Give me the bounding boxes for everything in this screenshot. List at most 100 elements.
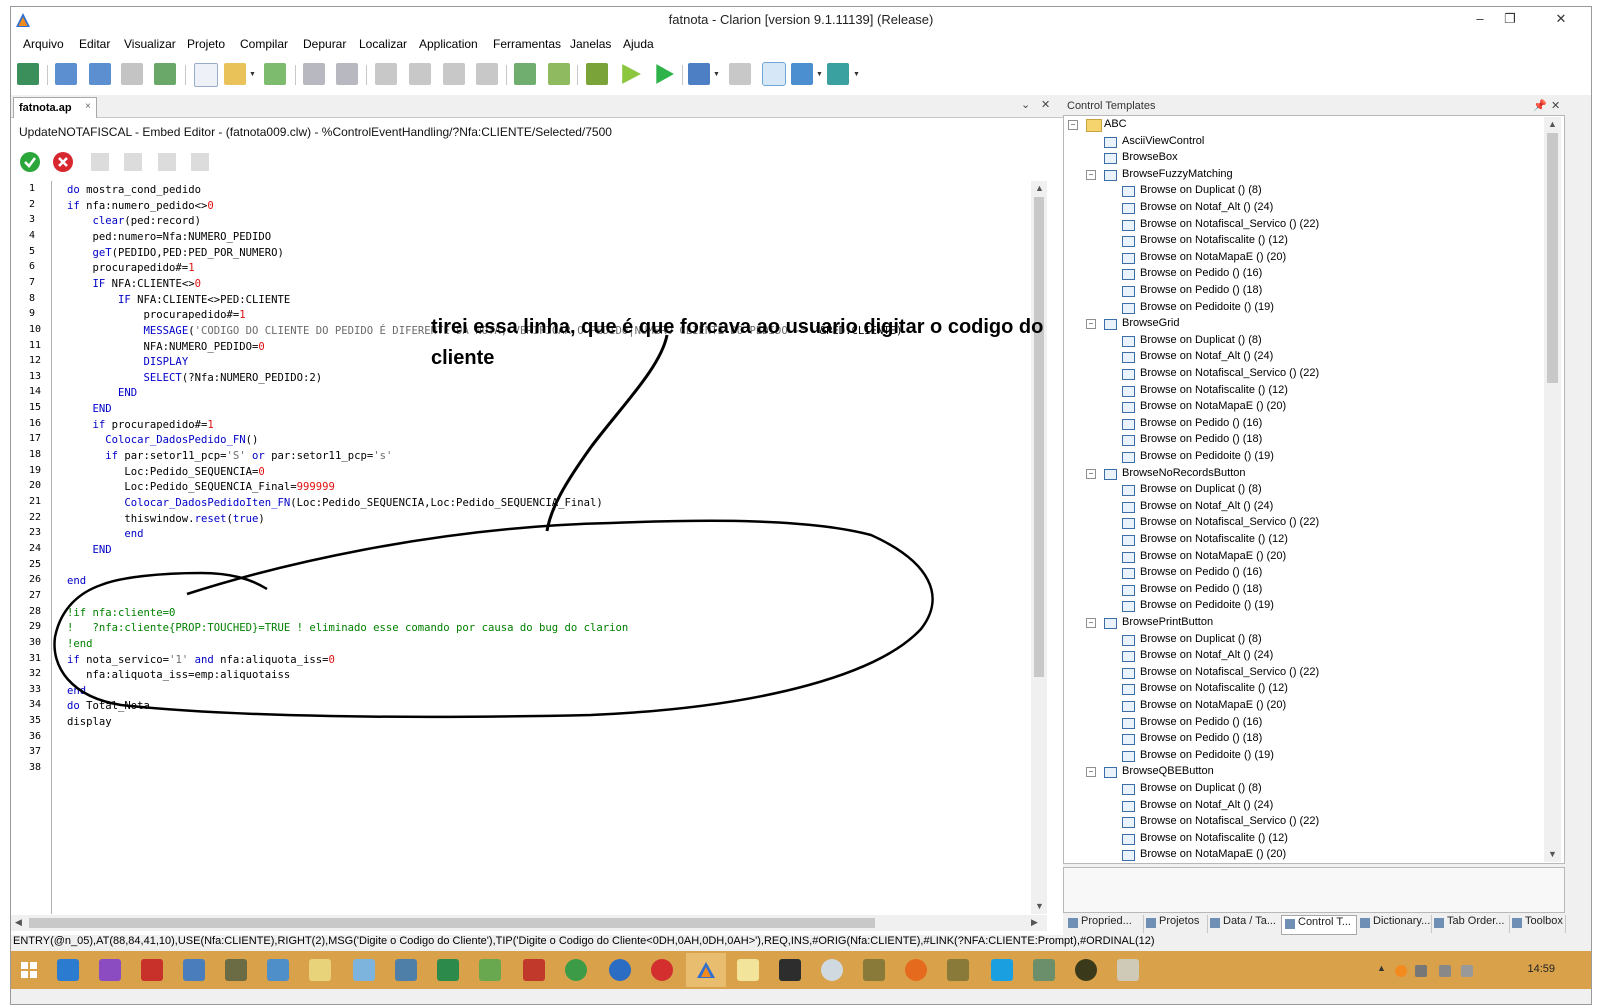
cancel-x-icon[interactable] — [52, 151, 74, 173]
make-run-icon[interactable] — [622, 64, 641, 84]
next-filled-embed-icon[interactable] — [191, 153, 209, 171]
save-icon[interactable] — [303, 63, 325, 85]
tray-app-icon[interactable] — [1395, 965, 1407, 977]
restore-button[interactable]: ❐ — [1495, 9, 1525, 29]
tree-node-browse[interactable]: Browse on Pedido () (16) — [1064, 715, 1542, 731]
explorer-taskbar-icon[interactable] — [309, 959, 331, 981]
code-line[interactable]: !end — [67, 636, 93, 652]
menu-arquivo[interactable]: Arquivo — [23, 37, 64, 51]
collapse-icon[interactable]: − — [1068, 120, 1078, 130]
filezilla-taskbar-icon[interactable] — [141, 959, 163, 981]
code-line[interactable]: procurapedido#=1 — [67, 307, 246, 323]
tree-node-browse[interactable]: Browse on Duplicat () (8) — [1064, 183, 1542, 199]
collapse-icon[interactable]: − — [1086, 468, 1096, 479]
window-designer-icon[interactable] — [375, 63, 397, 85]
tree-node-browse[interactable]: Browse on Notafiscalite () (12) — [1064, 681, 1542, 697]
notes-taskbar-icon[interactable] — [737, 959, 759, 981]
editor-taskbar-icon[interactable] — [1033, 959, 1055, 981]
app-taskbar-icon[interactable] — [395, 959, 417, 981]
debug-bug-icon[interactable] — [586, 63, 608, 85]
code-line[interactable]: Colocar_DadosPedido_FN() — [67, 432, 258, 448]
tree-node-browse[interactable]: Browse on Notaf_Alt () (24) — [1064, 648, 1542, 664]
tree-node-group[interactable]: − BrowseQBEButton — [1064, 764, 1542, 780]
indent-icon[interactable] — [791, 63, 813, 85]
tree-node-browse[interactable]: Browse on Notafiscalite () (12) — [1064, 233, 1542, 249]
collapse-icon[interactable]: − — [1086, 767, 1096, 778]
tree-node-browse[interactable]: Browse on Notafiscalite () (12) — [1064, 532, 1542, 548]
next-embed-icon[interactable] — [124, 153, 142, 171]
menu-editar[interactable]: Editar — [79, 37, 110, 51]
code-line[interactable]: END — [67, 385, 137, 401]
calculator-taskbar-icon[interactable] — [225, 959, 247, 981]
ie-taskbar-icon[interactable] — [57, 959, 79, 981]
tree-node-browse[interactable]: Browse on Pedido () (16) — [1064, 266, 1542, 282]
accept-check-icon[interactable] — [19, 151, 41, 173]
code-line[interactable]: ped:numero=Nfa:NUMERO_PEDIDO — [67, 229, 272, 245]
firefox-taskbar-icon[interactable] — [905, 959, 927, 981]
chrome-taskbar-icon[interactable] — [565, 959, 587, 981]
network-taskbar-icon[interactable] — [267, 959, 289, 981]
tree-node-browse[interactable]: Browse on Pedido () (16) — [1064, 416, 1542, 432]
tree-node-abc[interactable]: − ABC — [1064, 117, 1542, 133]
tree-node-browse[interactable]: Browse on Pedido () (18) — [1064, 432, 1542, 448]
windows-start-icon[interactable] — [21, 962, 37, 978]
ie2-taskbar-icon[interactable] — [609, 959, 631, 981]
tray-volume-icon[interactable] — [1461, 965, 1473, 977]
code-line[interactable]: END — [67, 401, 112, 417]
tree-node-browse[interactable]: Browse on Notaf_Alt () (24) — [1064, 349, 1542, 365]
tree-node-browse[interactable]: Browse on NotaMapaE () (20) — [1064, 698, 1542, 714]
menu-application[interactable]: Application — [419, 37, 478, 51]
code-line[interactable]: do Total_Nota — [67, 698, 150, 714]
tree-node-browse[interactable]: Browse on NotaMapaE () (20) — [1064, 847, 1542, 863]
dictionary-icon[interactable] — [514, 63, 536, 85]
prev-filled-embed-icon[interactable] — [158, 153, 176, 171]
embeditor-icon[interactable] — [443, 63, 465, 85]
code-line[interactable]: DISPLAY — [67, 354, 189, 370]
indent-dropdown-icon[interactable]: ▼ — [816, 71, 823, 78]
code-line[interactable]: Loc:Pedido_SEQUENCIA_Final=999999 — [67, 479, 335, 495]
generate-icon[interactable] — [548, 63, 570, 85]
scroll-up-icon[interactable]: ▲ — [1035, 183, 1044, 193]
import-icon[interactable] — [688, 63, 710, 85]
tree-node-browse[interactable]: Browse on Notaf_Alt () (24) — [1064, 200, 1542, 216]
navigation-icon[interactable] — [827, 63, 849, 85]
tree-node-group[interactable]: − BrowsePrintButton — [1064, 615, 1542, 631]
tab-fatnota[interactable]: fatnota.ap × — [13, 97, 97, 118]
bottom-tab[interactable]: Tab Order... — [1431, 915, 1510, 933]
code-line[interactable]: if par:setor11_pcp='S' or par:setor11_pc… — [67, 448, 392, 464]
code-completion-icon[interactable] — [762, 62, 786, 86]
code-line[interactable]: if nfa:numero_pedido<>0 — [67, 198, 214, 214]
open-folder-icon[interactable] — [224, 63, 246, 85]
minimize-button[interactable]: – — [1465, 9, 1495, 29]
code-line[interactable]: procurapedido#=1 — [67, 260, 195, 276]
tree-scroll-thumb[interactable] — [1547, 133, 1558, 383]
bottom-tab[interactable]: Projetos — [1143, 915, 1208, 933]
code-line[interactable]: clear(ped:record) — [67, 213, 201, 229]
collapse-icon[interactable]: − — [1086, 169, 1096, 180]
procedure-properties-icon[interactable] — [89, 63, 111, 85]
scroll-right-icon[interactable]: ▶ — [1031, 917, 1038, 928]
taskbar-clock[interactable]: 14:59 — [1527, 963, 1555, 975]
code-line[interactable]: thiswindow.reset(true) — [67, 511, 264, 527]
collapse-icon[interactable]: − — [1086, 618, 1096, 628]
menu-ajuda[interactable]: Ajuda — [623, 37, 654, 51]
collapse-icon[interactable]: − — [1086, 319, 1096, 330]
code-line[interactable]: NFA:NUMERO_PEDIDO=0 — [67, 339, 265, 355]
tree-node-group[interactable]: − BrowseFuzzyMatching — [1064, 167, 1542, 183]
code-line[interactable]: do mostra_cond_pedido — [67, 182, 201, 198]
tree-node-browse[interactable]: Browse on NotaMapaE () (20) — [1064, 399, 1542, 415]
right-panel-close-icon[interactable]: ✕ — [1551, 99, 1560, 112]
clarion-taskbar-icon[interactable] — [695, 959, 717, 981]
tree-node-browse[interactable]: Browse on Notafiscal_Servico () (22) — [1064, 217, 1542, 233]
tool-taskbar-icon[interactable] — [479, 959, 501, 981]
console-taskbar-icon[interactable] — [779, 959, 801, 981]
run-icon[interactable] — [656, 64, 674, 84]
add-file-icon[interactable] — [264, 63, 286, 85]
new-file-icon[interactable] — [194, 63, 218, 87]
bottom-tab[interactable]: Control T... — [1281, 915, 1357, 935]
panel-close-icon[interactable]: ✕ — [1041, 98, 1050, 111]
remote-desktop-taskbar-icon[interactable] — [183, 959, 205, 981]
app3-taskbar-icon[interactable] — [1117, 959, 1139, 981]
tool3-taskbar-icon[interactable] — [947, 959, 969, 981]
code-line[interactable]: IF NFA:CLIENTE<>PED:CLIENTE — [67, 292, 290, 308]
